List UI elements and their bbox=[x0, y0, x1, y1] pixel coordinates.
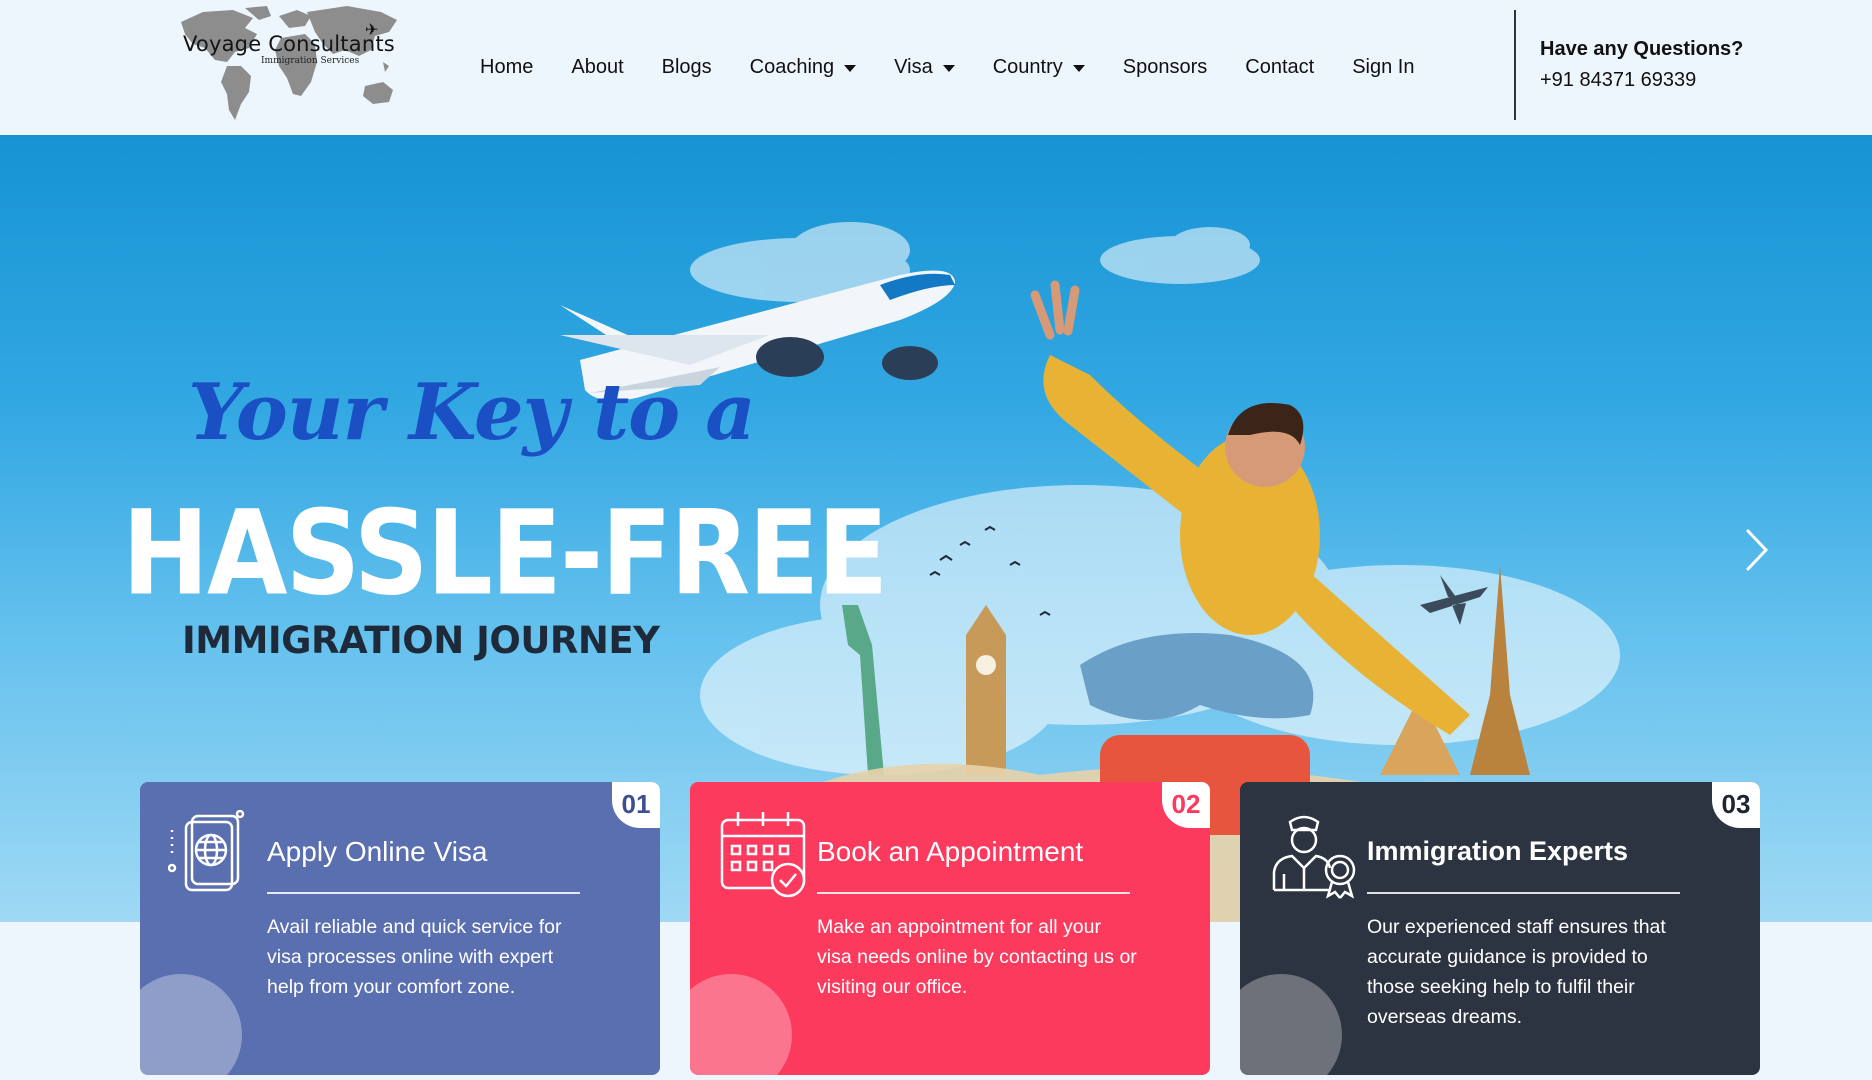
service-card-apply-visa[interactable]: 01 Apply Online Visa Avail reliable and … bbox=[140, 782, 660, 1075]
site-header: Voyage Consultants Immigration Services … bbox=[0, 0, 1872, 135]
airplane-icon: ✈ bbox=[365, 22, 379, 39]
nav-sign-in[interactable]: Sign In bbox=[1352, 56, 1414, 79]
hero-headline: HASSLE-FREE bbox=[122, 485, 888, 622]
nav-sponsors[interactable]: Sponsors bbox=[1123, 56, 1208, 79]
nav-home[interactable]: Home bbox=[480, 56, 533, 79]
nav-about[interactable]: About bbox=[571, 56, 623, 79]
caret-down-icon bbox=[942, 65, 955, 72]
header-divider bbox=[1514, 10, 1516, 120]
nav-home-label: Home bbox=[480, 56, 534, 78]
card-description: Avail reliable and quick service for vis… bbox=[267, 916, 562, 998]
calendar-check-icon bbox=[718, 810, 814, 900]
card-number: 01 bbox=[612, 782, 660, 828]
nav-contact[interactable]: Contact bbox=[1245, 56, 1314, 79]
nav-visa-dropdown[interactable]: Visa bbox=[894, 56, 955, 79]
nav-about-label: About bbox=[571, 56, 624, 78]
nav-coaching-dropdown[interactable]: Coaching bbox=[750, 56, 857, 79]
nav-coaching-label: Coaching bbox=[749, 56, 835, 78]
nav-blogs-label: Blogs bbox=[661, 56, 712, 78]
main-nav: Home About Blogs Coaching Visa Country S… bbox=[480, 0, 1452, 135]
decorative-circle bbox=[690, 974, 792, 1075]
hero-script-text: Your Key to a bbox=[188, 367, 756, 458]
card-title: Book an Appointment bbox=[817, 836, 1084, 867]
service-card-immigration-experts[interactable]: 03 Immigration Experts Our experienced s… bbox=[1240, 782, 1760, 1075]
caret-down-icon bbox=[844, 65, 857, 72]
nav-country-label: Country bbox=[992, 56, 1063, 78]
brand-tagline: Immigration Services bbox=[261, 56, 360, 66]
brand-name: Voyage Consultants bbox=[183, 32, 395, 56]
decorative-circle bbox=[140, 974, 242, 1075]
nav-sponsors-label: Sponsors bbox=[1122, 56, 1208, 78]
nav-visa-label: Visa bbox=[894, 56, 933, 78]
brand-logo[interactable]: Voyage Consultants Immigration Services … bbox=[175, 4, 410, 126]
passport-globe-icon bbox=[167, 809, 264, 900]
questions-heading: Have any Questions? bbox=[1540, 38, 1744, 60]
card-number: 03 bbox=[1712, 782, 1760, 828]
card-title: Immigration Experts bbox=[1367, 836, 1629, 866]
card-number: 02 bbox=[1162, 782, 1210, 828]
chevron-right-icon bbox=[1746, 529, 1769, 571]
hero-subheadline: IMMIGRATION JOURNEY bbox=[182, 619, 660, 662]
card-divider bbox=[817, 892, 1130, 894]
service-card-book-appointment[interactable]: 02 Book an Appointment Make an appointme… bbox=[690, 782, 1210, 1075]
caret-down-icon bbox=[1072, 65, 1085, 72]
header-contact: Have any Questions? +91 84371 69339 bbox=[1540, 38, 1743, 92]
nav-contact-label: Contact bbox=[1245, 56, 1315, 78]
card-description: Make an appointment for all your visa ne… bbox=[817, 916, 1137, 998]
card-description: Our experienced staff ensures that accur… bbox=[1367, 916, 1666, 1028]
card-divider bbox=[267, 892, 580, 894]
slider-next-button[interactable] bbox=[1740, 525, 1776, 575]
phone-number[interactable]: +91 84371 69339 bbox=[1540, 69, 1743, 92]
card-title: Apply Online Visa bbox=[267, 836, 488, 867]
card-divider bbox=[1367, 892, 1680, 894]
expert-badge-icon bbox=[1268, 810, 1364, 900]
decorative-circle bbox=[1240, 974, 1342, 1075]
nav-country-dropdown[interactable]: Country bbox=[993, 56, 1085, 79]
nav-blogs[interactable]: Blogs bbox=[662, 56, 712, 79]
nav-sign-in-label: Sign In bbox=[1352, 56, 1415, 78]
